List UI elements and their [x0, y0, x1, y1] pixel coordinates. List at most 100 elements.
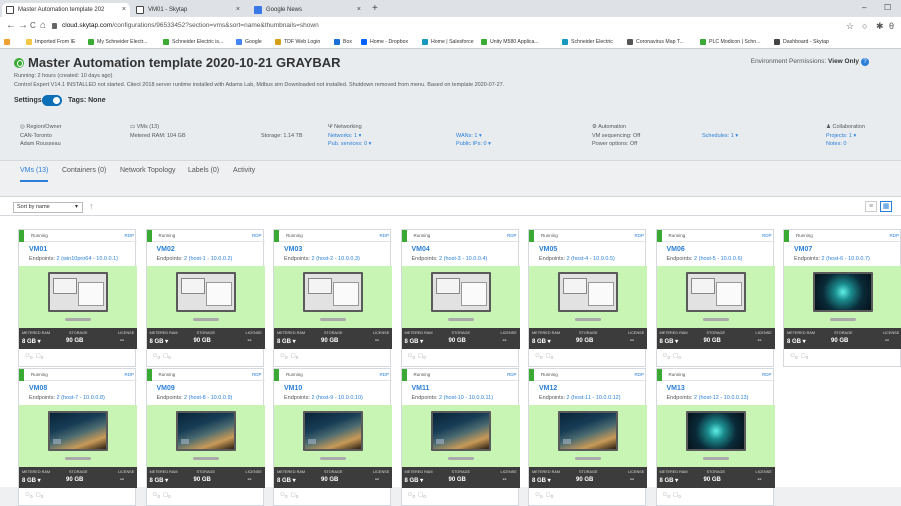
endpoints-link[interactable]: 2 (host-2 - 10.0.0.3)	[312, 256, 360, 262]
endpoints-link[interactable]: 2 (host-8 - 10.0.0.9)	[184, 395, 232, 401]
back-button[interactable]: ←	[6, 20, 16, 32]
vm-card[interactable]: Running RDP VM07 Endpoints: 2 (host-6 - 10.…	[783, 229, 901, 367]
vm-thumbnail[interactable]	[401, 266, 520, 328]
vm-name-link[interactable]: VM03	[284, 246, 302, 253]
vm-name-link[interactable]: VM07	[794, 246, 812, 253]
endpoints-link[interactable]: 2 (host-4 - 10.0.0.5)	[567, 256, 615, 262]
vm-card[interactable]: Running RDP VM03 Endpoints: 2 (host-2 - 10.…	[273, 229, 392, 367]
rdp-button[interactable]: RDP	[252, 372, 262, 377]
vm-card[interactable]: Running RDP VM09 Endpoints: 2 (host-8 - 10.…	[145, 368, 265, 506]
vm-thumbnail[interactable]	[19, 405, 137, 467]
endpoints-link[interactable]: 2 (host-6 - 10.0.0.7)	[822, 256, 870, 262]
maximize-button[interactable]: ☐	[884, 3, 891, 12]
sort-direction-icon[interactable]: ↑	[89, 201, 94, 211]
settings-toggle[interactable]	[42, 95, 62, 106]
vm-name-link[interactable]: VM11	[412, 385, 430, 392]
puzzle-icon[interactable]: ✱	[876, 20, 884, 32]
wans-link[interactable]: WANs: 1 ▾	[456, 132, 491, 141]
ram-dropdown[interactable]: 8 GB ▾	[787, 338, 806, 345]
bookmark-item[interactable]: My Schneider Electr...	[88, 37, 147, 47]
rdp-button[interactable]: RDP	[379, 233, 389, 238]
vm-card[interactable]: Running RDP VM01 Endpoints: 2 (win10pro64 -…	[18, 229, 137, 367]
vm-thumbnail[interactable]	[529, 405, 647, 467]
vm-thumbnail[interactable]	[529, 266, 647, 328]
rdp-button[interactable]: RDP	[634, 372, 644, 377]
vm-thumbnail[interactable]	[656, 405, 775, 467]
bookmark-item[interactable]: Imported From IE	[26, 37, 75, 47]
vm-power-slider[interactable]	[702, 318, 729, 321]
ram-dropdown[interactable]: 8 GB ▾	[277, 338, 296, 345]
bookmark-item[interactable]: PLC Modicon | Schn...	[700, 37, 761, 47]
home-button[interactable]: ⌂	[40, 20, 46, 32]
browser-tab-news[interactable]: Google News ×	[250, 3, 365, 17]
reload-button[interactable]: C	[30, 20, 36, 32]
new-tab-button[interactable]: +	[372, 3, 378, 15]
bookmark-item[interactable]: Schneider Electric is...	[163, 37, 223, 47]
vm-power-slider[interactable]	[65, 457, 91, 460]
tab-containers[interactable]: Containers (0)	[62, 167, 106, 174]
tab-activity[interactable]: Activity	[233, 167, 255, 174]
vm-name-link[interactable]: VM13	[667, 385, 685, 392]
ram-dropdown[interactable]: 8 GB ▾	[660, 477, 679, 484]
ram-dropdown[interactable]: 8 GB ▾	[532, 338, 551, 345]
vm-power-slider[interactable]	[320, 318, 346, 321]
vm-card[interactable]: Running RDP VM11 Endpoints: 2 (host-10 - 10…	[400, 368, 520, 506]
vm-card[interactable]: Running RDP VM08 Endpoints: 2 (host-7 - 10.…	[18, 368, 137, 506]
rdp-button[interactable]: RDP	[889, 233, 899, 238]
ram-dropdown[interactable]: 8 GB ▾	[405, 477, 424, 484]
endpoints-link[interactable]: 2 (host-10 - 10.0.0.11)	[439, 395, 493, 401]
vm-thumbnail[interactable]	[401, 405, 520, 467]
vm-name-link[interactable]: VM01	[29, 246, 47, 253]
vm-thumbnail[interactable]	[274, 266, 392, 328]
profile-icon[interactable]: θ	[889, 20, 894, 32]
endpoints-link[interactable]: 2 (host-9 - 10.0.0.10)	[312, 395, 363, 401]
bookmark-item[interactable]: Dashboard - Skytap	[774, 37, 829, 47]
vm-card[interactable]: Running RDP VM05 Endpoints: 2 (host-4 - 10.…	[528, 229, 647, 367]
schedules-link[interactable]: Schedules: 1 ▾	[702, 132, 738, 141]
bookmark-item[interactable]: Google	[236, 37, 262, 47]
vm-power-slider[interactable]	[65, 318, 91, 321]
rdp-button[interactable]: RDP	[124, 233, 134, 238]
notes-link[interactable]: Notes: 0	[826, 140, 865, 149]
extension-icon[interactable]: ○	[862, 20, 867, 32]
bookmark-item[interactable]: Box	[334, 37, 352, 47]
endpoints-link[interactable]: 2 (host-3 - 10.0.0.4)	[439, 256, 487, 262]
bookmark-item[interactable]: Home | Salesforce	[422, 37, 474, 47]
vm-name-link[interactable]: VM08	[29, 385, 47, 392]
rdp-button[interactable]: RDP	[507, 372, 517, 377]
sort-select[interactable]: Sort by name ▾	[13, 202, 83, 213]
vm-thumbnail[interactable]	[274, 405, 392, 467]
vm-thumbnail[interactable]	[146, 266, 265, 328]
ram-dropdown[interactable]: 8 GB ▾	[22, 477, 41, 484]
endpoints-link[interactable]: 2 (host-5 - 10.0.0.6)	[694, 256, 742, 262]
vm-thumbnail[interactable]	[146, 405, 265, 467]
rdp-button[interactable]: RDP	[379, 372, 389, 377]
vm-card[interactable]: Running RDP VM04 Endpoints: 2 (host-3 - 10.…	[400, 229, 520, 367]
vm-card[interactable]: Running RDP VM13 Endpoints: 2 (host-12 - 10…	[655, 368, 775, 506]
rdp-button[interactable]: RDP	[762, 233, 772, 238]
list-view-icon[interactable]: ≡	[865, 201, 877, 212]
forward-button[interactable]: →	[18, 20, 28, 32]
endpoints-link[interactable]: 2 (win10pro64 - 10.0.0.1)	[57, 256, 118, 262]
ram-dropdown[interactable]: 8 GB ▾	[277, 477, 296, 484]
browser-tab-vm01[interactable]: VM01 - Skytap ×	[132, 3, 244, 17]
vm-power-slider[interactable]	[575, 318, 601, 321]
vm-power-slider[interactable]	[447, 318, 474, 321]
rdp-button[interactable]: RDP	[762, 372, 772, 377]
vm-name-link[interactable]: VM02	[157, 246, 175, 253]
tab-vms[interactable]: VMs (13)	[20, 167, 49, 182]
vm-power-slider[interactable]	[320, 457, 346, 460]
endpoints-link[interactable]: 2 (host-1 - 10.0.0.2)	[184, 256, 232, 262]
ram-dropdown[interactable]: 8 GB ▾	[150, 477, 169, 484]
ram-dropdown[interactable]: 8 GB ▾	[405, 338, 424, 345]
rdp-button[interactable]: RDP	[507, 233, 517, 238]
help-icon[interactable]: ?	[861, 58, 869, 66]
grid-view-icon[interactable]: ▦	[880, 201, 892, 212]
vm-name-link[interactable]: VM05	[539, 246, 557, 253]
close-icon[interactable]: ×	[236, 3, 240, 17]
pub-services-link[interactable]: Pub. services: 0 ▾	[328, 140, 371, 149]
vm-power-slider[interactable]	[830, 318, 856, 321]
ram-dropdown[interactable]: 8 GB ▾	[150, 338, 169, 345]
bookmark-item[interactable]: Schneider Electric	[562, 37, 613, 47]
public-ips-link[interactable]: Public IPs: 0 ▾	[456, 140, 491, 149]
